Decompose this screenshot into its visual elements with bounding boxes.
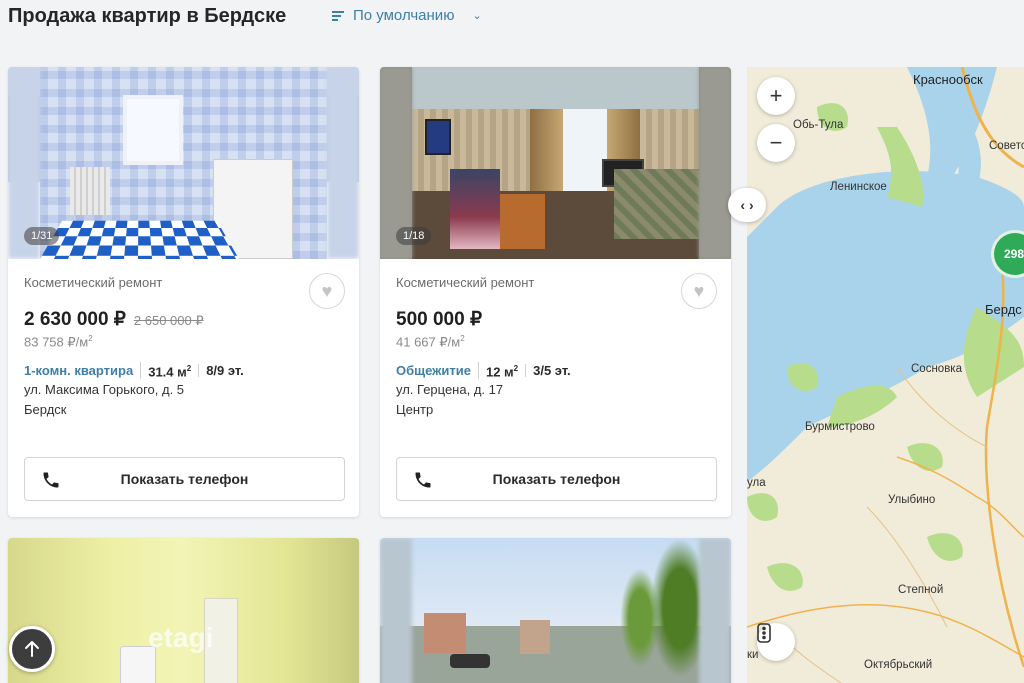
photo-nav-arrows[interactable]: ‹ › (728, 188, 766, 222)
address: ул. Герцена, д. 17 (396, 381, 504, 397)
photo-counter: 1/18 (396, 227, 432, 245)
listing-card[interactable] (380, 538, 731, 683)
page-title: Продажа квартир в Бердске (8, 5, 287, 27)
photo-counter: 1/31 (24, 227, 60, 245)
map-label-berdsk: Бердс (985, 302, 1022, 317)
map-label-sosnovka: Сосновка (911, 363, 962, 375)
map-label-stepnoy: Степной (898, 584, 944, 596)
favorite-heart-icon[interactable]: ♥ (309, 273, 345, 309)
apartment-type[interactable]: Общежитие (396, 363, 471, 378)
phone-icon (415, 472, 431, 488)
arrow-up-icon (25, 641, 39, 657)
district: Центр (396, 401, 434, 417)
price: 2 630 000 ₽ (24, 309, 126, 330)
district: Бердск (24, 401, 67, 417)
floor: 8/9 эт. (198, 363, 244, 377)
listing-card[interactable]: 1/31 Косметический ремонт ♥ 2 630 000 ₽ … (8, 67, 359, 517)
listing-photo[interactable]: 1/18 (380, 67, 731, 259)
map-label-oktyabrsky: Октябрьский (864, 659, 933, 671)
map-label-ulybino: Улыбино (888, 494, 936, 506)
window-image (123, 95, 183, 165)
area: 31.4 м2 (140, 362, 191, 379)
map-label-ki: ки (747, 649, 759, 661)
show-phone-label: Показать телефон (120, 471, 249, 487)
map-label-sovetsky: Советс (989, 140, 1024, 152)
listing-photo[interactable]: 1/31 (8, 67, 359, 259)
show-phone-button[interactable]: Показать телефон (24, 457, 345, 501)
scroll-to-top-button[interactable] (9, 626, 55, 672)
price-per-meter: 83 758 ₽/м2 (24, 334, 93, 350)
map-label-leninskoe: Ленинское (830, 181, 887, 193)
floor: 3/5 эт. (525, 363, 571, 377)
sort-dropdown[interactable]: По умолчанию ⌄ (332, 7, 482, 24)
listing-card[interactable]: etagi (8, 538, 359, 683)
traffic-light-icon (757, 623, 771, 643)
traffic-layer-button[interactable] (757, 623, 795, 661)
chevron-down-icon: ⌄ (472, 10, 482, 22)
favorite-heart-icon[interactable]: ♥ (681, 273, 717, 309)
area: 12 м2 (477, 362, 518, 379)
listing-photo[interactable] (380, 538, 731, 683)
price-per-meter: 41 667 ₽/м2 (396, 334, 465, 350)
map-label-tula: ула (747, 477, 766, 489)
old-price: 2 650 000 ₽ (133, 313, 204, 328)
map-canvas (747, 67, 1024, 683)
map-label-krasnoobsk: Краснообск (913, 72, 983, 87)
watermark: etagi (148, 622, 214, 653)
sort-label: По умолчанию (353, 7, 455, 24)
map[interactable]: Краснообск Обь-Тула Советс Ленинское Бер… (747, 67, 1024, 683)
show-phone-button[interactable]: Показать телефон (396, 457, 717, 501)
sort-icon (332, 9, 345, 23)
zoom-in-button[interactable]: + (757, 77, 795, 115)
price: 500 000 ₽ (396, 309, 483, 330)
show-phone-label: Показать телефон (492, 471, 621, 487)
repair-label: Косметический ремонт (24, 275, 163, 290)
listing-card[interactable]: 1/18 Косметический ремонт ♥ 500 000 ₽ 41… (380, 67, 731, 517)
address: ул. Максима Горького, д. 5 (24, 381, 185, 397)
repair-label: Косметический ремонт (396, 275, 535, 290)
zoom-out-button[interactable]: − (757, 124, 795, 162)
map-label-burmistrovo: Бурмистрово (805, 421, 875, 433)
listing-photo[interactable]: etagi (8, 538, 359, 683)
phone-icon (43, 472, 59, 488)
apartment-type[interactable]: 1-комн. квартира (24, 363, 133, 378)
map-label-ob-tula: Обь-Тула (793, 119, 844, 131)
